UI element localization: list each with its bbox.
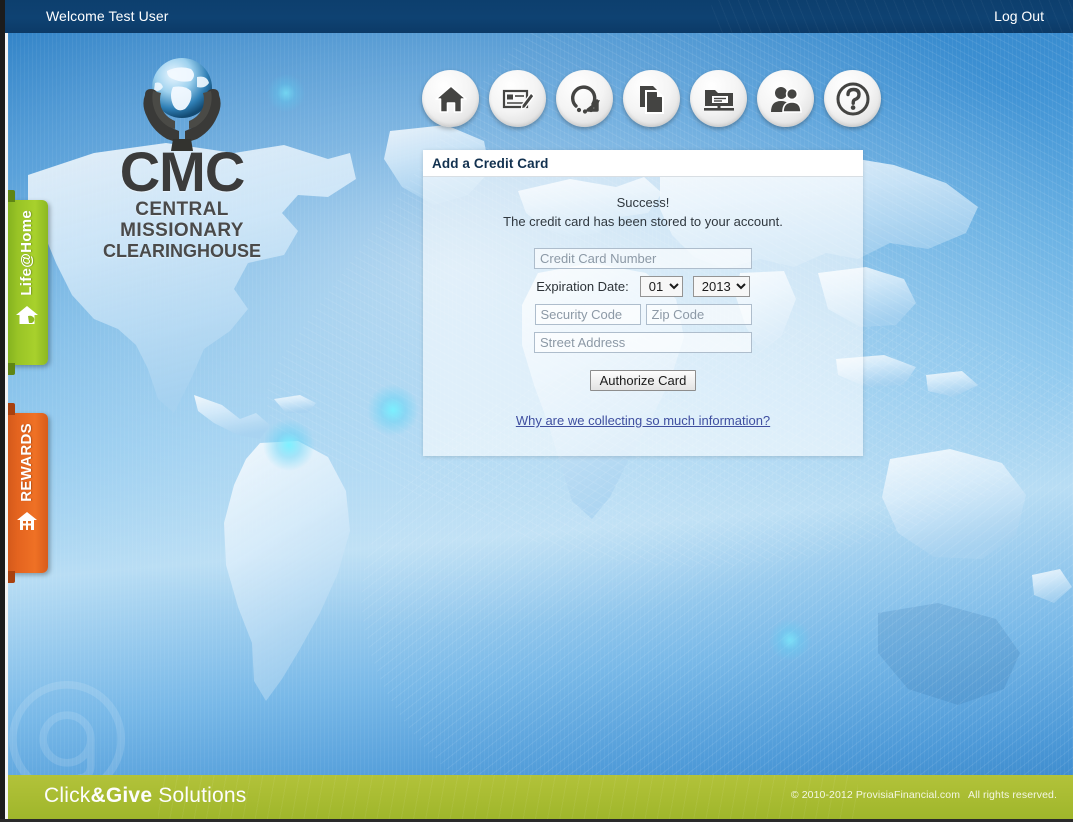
window-frame-left xyxy=(0,0,5,822)
expiration-year-select[interactable]: 20132014201520162017201820192020 xyxy=(692,276,750,297)
expiration-date-label: Expiration Date: xyxy=(536,279,629,294)
recurring-icon xyxy=(570,85,600,114)
nav-copy-button[interactable] xyxy=(623,70,680,127)
application-window: CMC CENTRAL MISSIONARY CLEARINGHOUSE Lif… xyxy=(0,0,1073,822)
expiration-date-row: Expiration Date: 01020304050607080910111… xyxy=(423,276,863,297)
map-glow-dot xyxy=(266,73,306,113)
nav-contacts-button[interactable] xyxy=(757,70,814,127)
zip-code-input[interactable] xyxy=(645,304,752,325)
copy-pages-icon xyxy=(639,85,664,114)
footer-brand-bold: &Give xyxy=(90,784,153,807)
welcome-message: Welcome Test User xyxy=(46,8,169,24)
nav-help-button[interactable] xyxy=(824,70,881,127)
footer-copyright: © 2010-2012 ProvisiaFinancial.com All rig… xyxy=(791,789,1057,801)
contacts-icon xyxy=(770,86,802,113)
nav-write-check-button[interactable] xyxy=(489,70,546,127)
footer-copyright-text: © 2010-2012 ProvisiaFinancial.com xyxy=(790,789,961,801)
write-check-icon xyxy=(502,89,535,110)
expiration-month-select[interactable]: 010203040506070809101112 xyxy=(639,276,683,297)
status-message-line-2: The credit card has been stored to your … xyxy=(503,214,783,229)
statements-icon xyxy=(703,89,734,111)
why-collecting-info-link[interactable]: Why are we collecting so much informatio… xyxy=(516,413,770,428)
credit-card-form: Expiration Date: 01020304050607080910111… xyxy=(423,248,863,430)
add-credit-card-panel: Add a Credit Card Success! The credit ca… xyxy=(423,150,863,456)
logout-link[interactable]: Log Out xyxy=(994,8,1044,24)
footer-rights-text: All rights reserved. xyxy=(968,789,1057,801)
nav-home-button[interactable] xyxy=(422,70,479,127)
top-bar: Welcome Test User Log Out xyxy=(0,0,1073,33)
panel-header: Add a Credit Card xyxy=(423,150,863,177)
footer-brand-suffix: Solutions xyxy=(152,784,247,807)
credit-card-number-input[interactable] xyxy=(534,248,752,269)
nav-recurring-button[interactable] xyxy=(556,70,613,127)
street-address-row xyxy=(423,332,863,353)
sidebar-tab-rewards[interactable]: REWARDS xyxy=(5,403,48,583)
page-footer: Click&Give Solutions © 2010-2012 Provisi… xyxy=(8,775,1073,819)
status-message-line-1: Success! xyxy=(616,195,670,210)
authorize-card-button[interactable]: Authorize Card xyxy=(589,370,697,391)
security-code-input[interactable] xyxy=(534,304,641,325)
footer-brand-prefix: Click xyxy=(44,784,91,807)
map-glow-dot xyxy=(366,383,420,437)
window-frame-left-inner xyxy=(5,33,8,822)
icon-navigation-bar xyxy=(422,70,881,127)
credit-card-number-row xyxy=(423,248,863,269)
panel-body: Success! The credit card has been stored… xyxy=(423,177,863,456)
street-address-input[interactable] xyxy=(534,332,752,353)
nav-statements-button[interactable] xyxy=(690,70,747,127)
help-icon xyxy=(836,82,869,115)
house-hand-icon xyxy=(15,305,38,324)
why-link-row: Why are we collecting so much informatio… xyxy=(423,391,863,430)
footer-brand: Click&Give Solutions xyxy=(44,784,246,808)
rewards-gift-icon xyxy=(16,511,37,530)
sidebar-tab-life-at-home-label: Life@Home xyxy=(18,210,35,296)
map-glow-dot xyxy=(262,418,316,472)
security-zip-row xyxy=(423,304,863,325)
sidebar-tab-rewards-label: REWARDS xyxy=(18,423,35,502)
map-glow-dot xyxy=(768,618,812,662)
sidebar-tab-life-at-home[interactable]: Life@Home xyxy=(5,190,48,375)
page-title: Add a Credit Card xyxy=(432,155,549,171)
home-icon xyxy=(434,84,467,113)
